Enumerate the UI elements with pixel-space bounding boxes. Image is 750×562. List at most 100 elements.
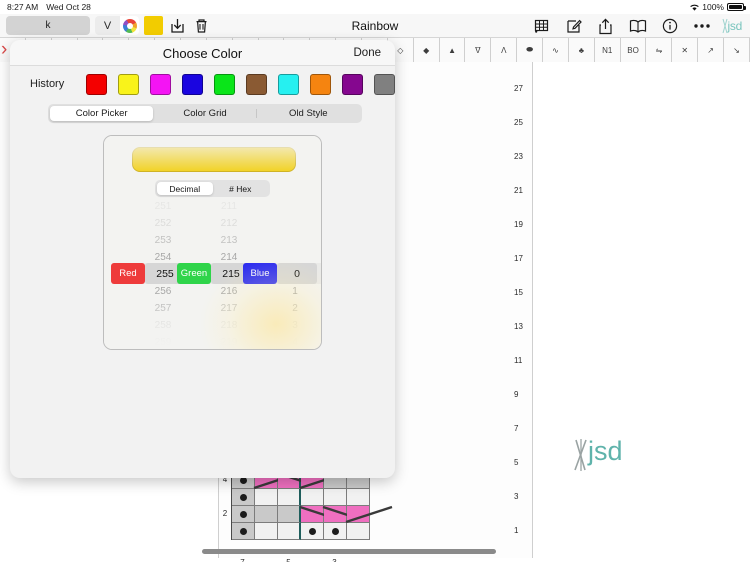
- channel-label-red[interactable]: Red: [111, 263, 145, 284]
- horizontal-scrollbar[interactable]: [202, 549, 496, 554]
- chart-cell[interactable]: [278, 523, 301, 540]
- stitch-triangle-up-icon[interactable]: ▲: [439, 38, 466, 62]
- tab-color-grid[interactable]: Color Grid: [153, 106, 257, 121]
- trash-icon[interactable]: [192, 16, 211, 35]
- current-color-swatch[interactable]: [144, 16, 163, 35]
- chart-cell[interactable]: [255, 489, 278, 506]
- channel-value-blue[interactable]: 0: [277, 263, 317, 284]
- tab-old-style[interactable]: Old Style: [257, 106, 360, 121]
- stitch-wave-icon[interactable]: ∿: [543, 38, 569, 62]
- swatch-magenta[interactable]: [150, 73, 171, 95]
- swatch-purple[interactable]: [342, 73, 363, 95]
- stitch-diamond-filled-icon[interactable]: ◆: [413, 38, 440, 62]
- chart-cell[interactable]: [232, 506, 255, 523]
- current-stitch-button[interactable]: k: [6, 16, 90, 35]
- wheel-value[interactable]: [275, 232, 315, 249]
- chart-cell[interactable]: [301, 523, 324, 540]
- wheel-value[interactable]: 4: [275, 334, 315, 349]
- wheel-green[interactable]: 211212213214215216217218219: [209, 198, 249, 349]
- chart-cell[interactable]: [322, 505, 370, 524]
- more-ellipsis-icon[interactable]: [692, 16, 712, 36]
- stitch-n1-icon[interactable]: N1: [594, 38, 621, 62]
- swatch-yellow[interactable]: [118, 73, 139, 95]
- chart-cell[interactable]: [299, 505, 347, 524]
- wheel-value[interactable]: 257: [143, 300, 183, 317]
- wheel-value[interactable]: 259: [143, 334, 183, 349]
- history-swatch-list[interactable]: [86, 73, 395, 95]
- wheel-value[interactable]: 2: [275, 300, 315, 317]
- share-icon[interactable]: [596, 16, 616, 36]
- wheel-value[interactable]: 212: [209, 215, 249, 232]
- wheel-blue[interactable]: 01234: [275, 198, 315, 349]
- stitch-slash-down-icon[interactable]: ↘: [724, 38, 750, 62]
- swatch-green[interactable]: [214, 73, 235, 95]
- app-toolbar: Rainbow k V jsd: [0, 14, 750, 38]
- chart-cell[interactable]: [324, 489, 347, 506]
- save-download-icon[interactable]: [168, 16, 187, 35]
- swatch-cyan[interactable]: [278, 73, 299, 95]
- swatch-blue[interactable]: [182, 73, 203, 95]
- chart-cell[interactable]: [232, 523, 255, 540]
- wheel-value[interactable]: [275, 215, 315, 232]
- chart-row[interactable]: [232, 505, 393, 524]
- wheel-value[interactable]: 218: [209, 317, 249, 334]
- wheel-value[interactable]: 256: [143, 283, 183, 300]
- rgb-channel-wheels[interactable]: 251252253254255256257258259Red2552112122…: [104, 198, 321, 348]
- wheel-value[interactable]: [275, 198, 315, 215]
- stitch-cross-icon[interactable]: ✕: [672, 38, 699, 62]
- swatch-brown[interactable]: [246, 73, 267, 95]
- swatch-gray[interactable]: [374, 73, 395, 95]
- chart-cell[interactable]: [255, 506, 278, 523]
- format-tab-hex[interactable]: # Hex: [213, 182, 269, 195]
- wheel-value[interactable]: [275, 249, 315, 266]
- wheel-value[interactable]: 216: [209, 283, 249, 300]
- chart-cell[interactable]: [324, 523, 347, 540]
- edit-square-icon[interactable]: [564, 16, 584, 36]
- wheel-value[interactable]: 253: [143, 232, 183, 249]
- channel-value-green[interactable]: 215: [211, 263, 251, 284]
- wheel-value[interactable]: 217: [209, 300, 249, 317]
- grid-icon[interactable]: [532, 16, 552, 36]
- wheel-value[interactable]: 258: [143, 317, 183, 334]
- stitch-slash-up-icon[interactable]: ↗: [698, 38, 725, 62]
- expand-chevron-icon[interactable]: ›: [1, 40, 7, 59]
- stitch-person-icon[interactable]: ᐁ: [465, 38, 492, 62]
- stitch-cloud-icon[interactable]: ♣: [568, 38, 595, 62]
- stitch-loop-icon[interactable]: ⇋: [646, 38, 673, 62]
- format-tab-decimal[interactable]: Decimal: [157, 182, 213, 195]
- channel-label-green[interactable]: Green: [177, 263, 211, 284]
- chart-cell[interactable]: [347, 489, 370, 506]
- chart-cell[interactable]: [347, 523, 370, 540]
- wheel-value[interactable]: 219: [209, 334, 249, 349]
- stitch-oval-icon[interactable]: ⬬: [517, 38, 544, 62]
- done-button[interactable]: Done: [354, 40, 382, 66]
- history-row: History: [10, 66, 395, 102]
- swatch-orange[interactable]: [310, 73, 331, 95]
- wheel-value[interactable]: 3: [275, 317, 315, 334]
- chart-cell[interactable]: [345, 505, 393, 524]
- color-mode-tabs[interactable]: Color Picker Color Grid Old Style: [48, 104, 362, 123]
- wheel-value[interactable]: 252: [143, 215, 183, 232]
- stitch-chevron-up-icon[interactable]: Λ: [491, 38, 518, 62]
- chart-cell[interactable]: [278, 489, 301, 506]
- stitch-dropdown-button[interactable]: V: [95, 16, 120, 35]
- stitch-bo-icon[interactable]: BO: [620, 38, 647, 62]
- info-circle-icon[interactable]: [660, 16, 680, 36]
- format-tabs[interactable]: Decimal # Hex: [155, 180, 270, 197]
- wheel-value[interactable]: 211: [209, 198, 249, 215]
- wheel-value[interactable]: 1: [275, 283, 315, 300]
- chart-row[interactable]: [232, 523, 370, 540]
- chart-cell[interactable]: [301, 489, 324, 506]
- chart-cell[interactable]: [255, 523, 278, 540]
- chart-cell[interactable]: [278, 506, 301, 523]
- wheel-value[interactable]: 213: [209, 232, 249, 249]
- book-icon[interactable]: [628, 16, 648, 36]
- tab-color-picker[interactable]: Color Picker: [50, 106, 154, 121]
- swatch-red[interactable]: [86, 73, 107, 95]
- wheel-value[interactable]: 214: [209, 249, 249, 266]
- channel-label-blue[interactable]: Blue: [243, 263, 277, 284]
- chart-row[interactable]: [232, 489, 370, 506]
- wheel-value[interactable]: 251: [143, 198, 183, 215]
- chart-cell[interactable]: [232, 489, 255, 506]
- color-wheel-icon[interactable]: [120, 16, 139, 35]
